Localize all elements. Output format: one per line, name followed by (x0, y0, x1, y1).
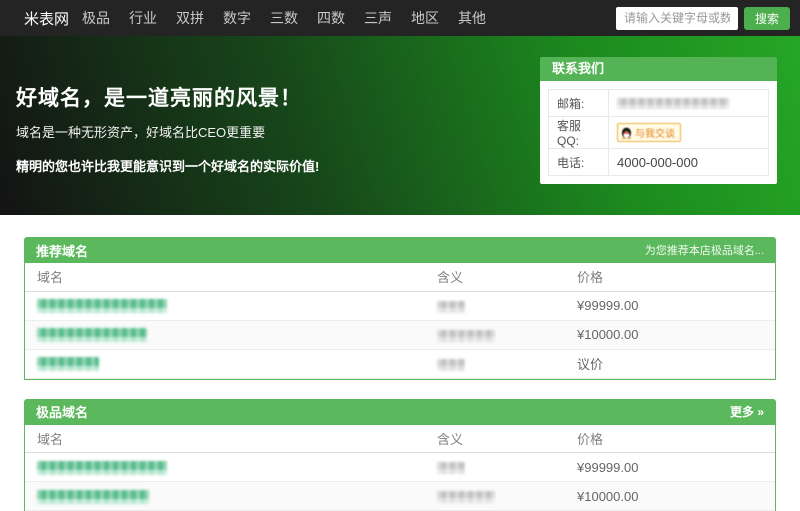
domain-name-redacted (37, 357, 99, 371)
qq-value-cell: 与我交谈 (609, 117, 769, 149)
domain-name-redacted (37, 490, 149, 504)
contact-row-phone: 电话: 4000-000-000 (549, 149, 769, 176)
search-button[interactable]: 搜索 (744, 7, 790, 30)
qq-penguin-icon (621, 127, 632, 139)
email-value-cell (609, 90, 769, 117)
contact-card-body: 邮箱: 客服QQ: (540, 81, 777, 184)
premium-panel-header: 极品域名 更多 » (24, 399, 776, 425)
domain-meaning-redacted (437, 491, 495, 503)
recommended-panel-header: 推荐域名 为您推荐本店极品域名... (24, 237, 776, 263)
domain-price: ¥99999.00 (565, 453, 775, 482)
domain-meaning-redacted (437, 359, 465, 371)
column-header-price: 价格 (565, 425, 775, 453)
premium-domains-panel: 极品域名 更多 » 域名 含义 价格 ¥99999.00 (24, 399, 776, 511)
nav-item-premium[interactable]: 极品 (82, 8, 110, 28)
nav-item-other[interactable]: 其他 (458, 8, 486, 28)
domain-meaning-redacted (437, 462, 465, 474)
nav-item-3digit[interactable]: 三数 (270, 8, 298, 28)
nav-item-digits[interactable]: 数字 (223, 8, 251, 28)
qq-chat-label: 与我交谈 (635, 125, 675, 140)
domain-meaning-redacted (437, 330, 495, 342)
column-header-domain: 域名 (25, 263, 425, 291)
table-row[interactable]: 议价 (25, 349, 775, 378)
qq-chat-badge[interactable]: 与我交谈 (617, 123, 681, 142)
email-label: 邮箱: (549, 90, 609, 117)
premium-panel-title: 极品域名 (36, 402, 88, 421)
brand-logo[interactable]: 米表网 (24, 8, 69, 29)
recommended-panel-note: 为您推荐本店极品域名... (645, 242, 764, 258)
column-header-price: 价格 (565, 263, 775, 291)
recommended-domains-panel: 推荐域名 为您推荐本店极品域名... 域名 含义 价格 ¥99999 (24, 237, 776, 380)
table-row[interactable]: ¥99999.00 (25, 291, 775, 320)
phone-label: 电话: (549, 149, 609, 176)
domain-name-redacted (37, 299, 167, 313)
domain-price: ¥10000.00 (565, 482, 775, 511)
column-header-meaning: 含义 (425, 425, 565, 453)
domain-name-redacted (37, 461, 167, 475)
contact-row-email: 邮箱: (549, 90, 769, 117)
nav-item-shuangpin[interactable]: 双拼 (176, 8, 204, 28)
top-navbar: 米表网 极品 行业 双拼 数字 三数 四数 三声 地区 其他 搜索 (0, 0, 800, 36)
main-nav: 极品 行业 双拼 数字 三数 四数 三声 地区 其他 (82, 8, 505, 28)
table-header-row: 域名 含义 价格 (25, 263, 775, 291)
email-value-redacted (617, 98, 729, 109)
phone-value: 4000-000-000 (609, 149, 769, 176)
search-input[interactable] (616, 7, 738, 30)
table-row[interactable]: ¥10000.00 (25, 482, 775, 511)
domain-price: 议价 (565, 349, 775, 378)
column-header-meaning: 含义 (425, 263, 565, 291)
nav-item-3pinyin[interactable]: 三声 (364, 8, 392, 28)
nav-item-industry[interactable]: 行业 (129, 8, 157, 28)
domain-price: ¥99999.00 (565, 291, 775, 320)
search-area: 搜索 (616, 7, 790, 30)
contact-card-title: 联系我们 (540, 57, 777, 81)
nav-item-region[interactable]: 地区 (411, 8, 439, 28)
domain-meaning-redacted (437, 301, 465, 313)
contact-card: 联系我们 邮箱: 客服QQ: (540, 57, 777, 184)
qq-label: 客服QQ: (549, 117, 609, 149)
table-header-row: 域名 含义 价格 (25, 425, 775, 453)
domain-name-redacted (37, 328, 147, 342)
main-content: 推荐域名 为您推荐本店极品域名... 域名 含义 价格 ¥99999 (0, 237, 800, 511)
table-row[interactable]: ¥10000.00 (25, 320, 775, 349)
recommended-panel-body: 域名 含义 价格 ¥99999.00 ¥10000.00 (24, 263, 776, 380)
recommended-panel-title: 推荐域名 (36, 241, 88, 260)
nav-item-4digit[interactable]: 四数 (317, 8, 345, 28)
hero-banner: 好域名，是一道亮丽的风景！ 域名是一种无形资产，好域名比CEO更重要 精明的您也… (0, 36, 800, 215)
column-header-domain: 域名 (25, 425, 425, 453)
contact-row-qq: 客服QQ: 与我 (549, 117, 769, 149)
premium-panel-body: 域名 含义 价格 ¥99999.00 ¥10000.00 (24, 425, 776, 511)
table-row[interactable]: ¥99999.00 (25, 453, 775, 482)
more-link[interactable]: 更多 » (730, 403, 764, 420)
domain-price: ¥10000.00 (565, 320, 775, 349)
